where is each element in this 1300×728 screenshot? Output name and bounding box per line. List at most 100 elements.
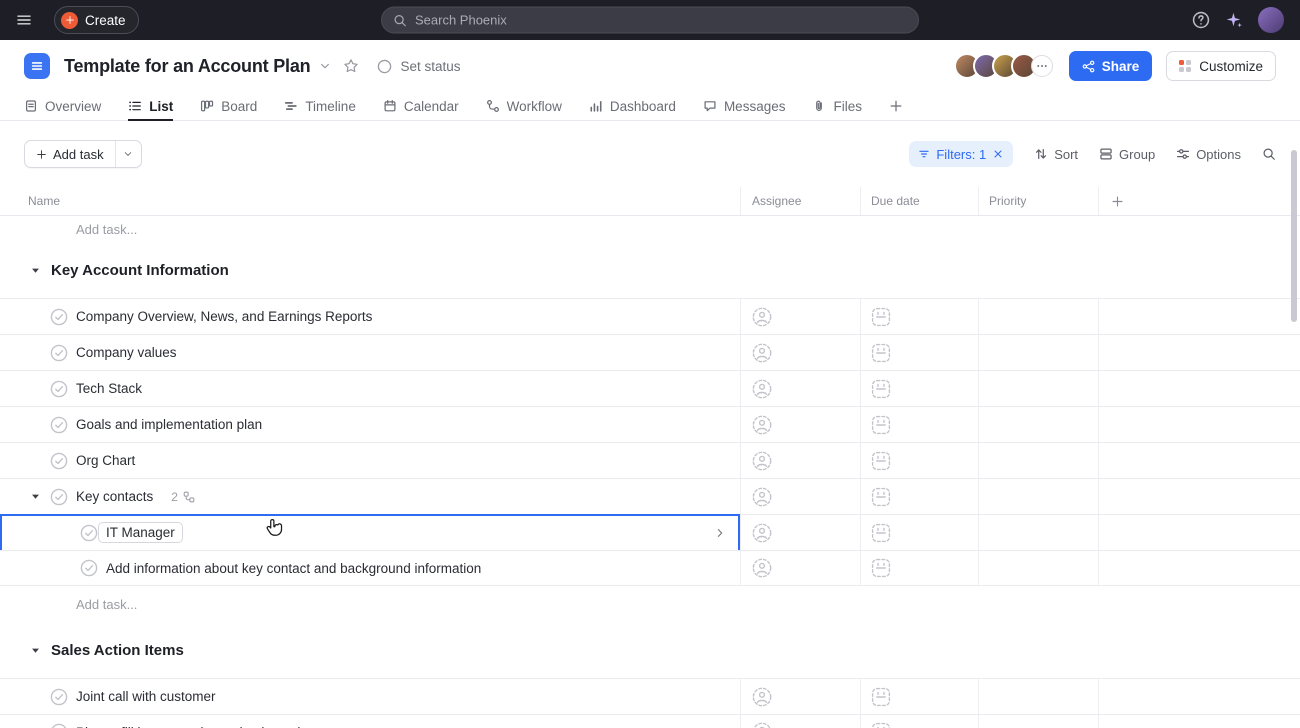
- tab-dashboard[interactable]: Dashboard: [589, 92, 676, 120]
- section-collapse-icon[interactable]: [28, 263, 42, 277]
- task-check-icon[interactable]: [50, 488, 68, 506]
- tab-messages[interactable]: Messages: [703, 92, 786, 120]
- tab-workflow[interactable]: Workflow: [486, 92, 562, 120]
- task-check-icon[interactable]: [50, 416, 68, 434]
- scrollbar-thumb[interactable]: [1291, 150, 1297, 322]
- assignee-cell[interactable]: [740, 715, 860, 728]
- tab-timeline[interactable]: Timeline: [284, 92, 356, 120]
- group-button[interactable]: Group: [1099, 147, 1155, 162]
- assignee-cell[interactable]: [740, 479, 860, 514]
- assignee-cell[interactable]: [740, 371, 860, 406]
- column-header-assignee[interactable]: Assignee: [740, 187, 860, 215]
- subtask-row[interactable]: Add information about key contact and ba…: [0, 550, 1300, 586]
- favorite-star-icon[interactable]: [343, 58, 359, 74]
- task-title-editor[interactable]: IT Manager: [98, 522, 183, 543]
- add-task-dropdown[interactable]: [115, 141, 141, 167]
- priority-cell[interactable]: [978, 715, 1098, 728]
- assignee-cell[interactable]: [740, 299, 860, 334]
- create-button[interactable]: Create: [54, 6, 139, 34]
- due-date-cell[interactable]: [860, 371, 978, 406]
- assignee-cell[interactable]: [740, 335, 860, 370]
- priority-cell[interactable]: [978, 443, 1098, 478]
- task-row[interactable]: Please fill in more sales action items h…: [0, 714, 1300, 728]
- task-row[interactable]: Company Overview, News, and Earnings Rep…: [0, 298, 1300, 334]
- priority-cell[interactable]: [978, 371, 1098, 406]
- due-date-cell[interactable]: [860, 407, 978, 442]
- task-row[interactable]: Company values: [0, 334, 1300, 370]
- tab-files[interactable]: Files: [812, 92, 862, 120]
- column-header-priority[interactable]: Priority: [978, 187, 1098, 215]
- subtask-row[interactable]: IT Manager: [0, 514, 1300, 550]
- add-column-button[interactable]: [1098, 187, 1300, 215]
- add-view-button[interactable]: [889, 92, 903, 120]
- name-cell[interactable]: IT Manager: [0, 515, 740, 550]
- assignee-cell[interactable]: [740, 679, 860, 714]
- title-menu-chevron-icon[interactable]: [319, 60, 331, 72]
- add-task-row[interactable]: Add task...: [0, 216, 1300, 242]
- due-date-cell[interactable]: [860, 715, 978, 728]
- menu-button[interactable]: [16, 12, 32, 28]
- tab-board[interactable]: Board: [200, 92, 257, 120]
- user-avatar[interactable]: [1258, 7, 1284, 33]
- priority-cell[interactable]: [978, 515, 1098, 550]
- due-date-cell[interactable]: [860, 479, 978, 514]
- add-task-main[interactable]: Add task: [25, 141, 115, 167]
- due-date-cell[interactable]: [860, 299, 978, 334]
- task-check-icon[interactable]: [50, 380, 68, 398]
- task-row[interactable]: Joint call with customer: [0, 678, 1300, 714]
- tab-calendar[interactable]: Calendar: [383, 92, 459, 120]
- due-date-cell[interactable]: [860, 515, 978, 550]
- section-row[interactable]: Key Account Information: [0, 242, 1300, 298]
- task-check-icon[interactable]: [80, 559, 98, 577]
- task-check-icon[interactable]: [80, 524, 98, 542]
- filters-pill[interactable]: Filters: 1: [909, 141, 1013, 167]
- task-check-icon[interactable]: [50, 452, 68, 470]
- help-button[interactable]: [1192, 11, 1210, 29]
- name-cell[interactable]: Joint call with customer: [0, 679, 740, 714]
- task-check-icon[interactable]: [50, 308, 68, 326]
- customize-button[interactable]: Customize: [1166, 51, 1276, 81]
- expand-toggle-icon[interactable]: [28, 490, 42, 504]
- add-task-button[interactable]: Add task: [24, 140, 142, 168]
- task-check-icon[interactable]: [50, 344, 68, 362]
- due-date-cell[interactable]: [860, 679, 978, 714]
- global-search-input[interactable]: Search Phoenix: [381, 7, 919, 34]
- name-cell[interactable]: Tech Stack: [0, 371, 740, 406]
- task-check-icon[interactable]: [50, 723, 68, 728]
- tab-list[interactable]: List: [128, 92, 173, 120]
- priority-cell[interactable]: [978, 299, 1098, 334]
- priority-cell[interactable]: [978, 407, 1098, 442]
- name-cell[interactable]: Goals and implementation plan: [0, 407, 740, 442]
- task-check-icon[interactable]: [50, 688, 68, 706]
- tab-overview[interactable]: Overview: [24, 92, 101, 120]
- open-task-chevron-icon[interactable]: [714, 527, 726, 539]
- task-row[interactable]: Tech Stack: [0, 370, 1300, 406]
- section-collapse-icon[interactable]: [28, 643, 42, 657]
- due-date-cell[interactable]: [860, 335, 978, 370]
- sort-button[interactable]: Sort: [1034, 147, 1078, 162]
- task-row[interactable]: Org Chart: [0, 442, 1300, 478]
- priority-cell[interactable]: [978, 551, 1098, 585]
- priority-cell[interactable]: [978, 679, 1098, 714]
- priority-cell[interactable]: [978, 479, 1098, 514]
- name-cell[interactable]: Add information about key contact and ba…: [0, 551, 740, 585]
- clear-filters-icon[interactable]: [992, 148, 1004, 160]
- share-button[interactable]: Share: [1069, 51, 1153, 81]
- set-status-button[interactable]: Set status: [377, 59, 460, 74]
- options-button[interactable]: Options: [1176, 147, 1241, 162]
- add-task-row[interactable]: Add task...: [0, 586, 1300, 622]
- assistant-button[interactable]: [1225, 11, 1243, 29]
- section-row[interactable]: Sales Action Items: [0, 622, 1300, 678]
- assignee-cell[interactable]: [740, 551, 860, 585]
- assignee-cell[interactable]: [740, 515, 860, 550]
- name-cell[interactable]: Company values: [0, 335, 740, 370]
- name-cell[interactable]: Please fill in more sales action items h…: [0, 715, 740, 728]
- due-date-cell[interactable]: [860, 443, 978, 478]
- search-tasks-button[interactable]: [1262, 147, 1276, 161]
- due-date-cell[interactable]: [860, 551, 978, 585]
- name-cell[interactable]: Key contacts2: [0, 479, 740, 514]
- assignee-cell[interactable]: [740, 407, 860, 442]
- task-row[interactable]: Goals and implementation plan: [0, 406, 1300, 442]
- priority-cell[interactable]: [978, 335, 1098, 370]
- name-cell[interactable]: Org Chart: [0, 443, 740, 478]
